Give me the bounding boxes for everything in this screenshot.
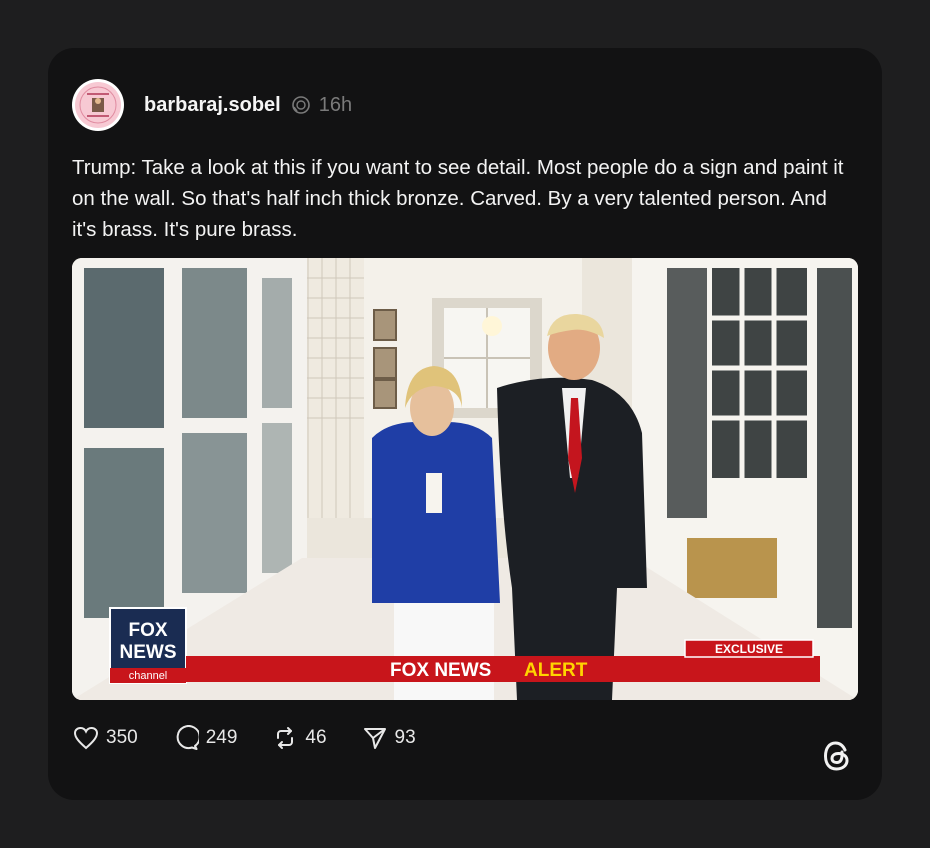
banner-fox-news: FOX NEWS <box>390 660 491 681</box>
post-video[interactable]: FOX NEWS channel EXCLUSIVE FOX NEWS ALER… <box>72 258 858 700</box>
logo-line-channel: channel <box>129 670 168 682</box>
like-count: 350 <box>106 727 138 748</box>
heart-icon <box>72 724 100 752</box>
threads-logo-icon[interactable] <box>820 738 856 774</box>
comment-icon <box>172 724 200 752</box>
like-button[interactable]: 350 <box>72 724 138 752</box>
post-header: barbaraj.sobel 16h <box>72 78 352 132</box>
chandelier <box>482 316 502 336</box>
repost-button[interactable]: 46 <box>271 724 327 752</box>
alert-banner <box>186 656 820 682</box>
fox-news-logo: FOX NEWS channel <box>109 607 187 684</box>
share-button[interactable]: 93 <box>361 724 416 752</box>
post-card: barbaraj.sobel 16h Trump: Take a look at… <box>48 48 882 800</box>
exclusive-text: EXCLUSIVE <box>715 642 783 656</box>
avatar[interactable] <box>72 79 124 131</box>
logo-line-fox: FOX <box>128 620 167 641</box>
send-icon <box>361 724 389 752</box>
banner-alert: ALERT <box>524 660 588 681</box>
post-text: Trump: Take a look at this if you want t… <box>72 156 844 241</box>
username[interactable]: barbaraj.sobel <box>144 94 281 117</box>
comment-button[interactable]: 249 <box>172 724 238 752</box>
action-bar: 350 249 46 93 <box>72 724 450 752</box>
share-count: 93 <box>394 727 416 748</box>
repost-icon <box>271 724 299 752</box>
logo-line-news: NEWS <box>120 642 177 663</box>
brass-plaque <box>687 538 777 598</box>
verified-icon <box>291 96 310 114</box>
comment-count: 249 <box>205 727 238 748</box>
repost-count: 46 <box>305 727 327 748</box>
post-time: 16h <box>318 93 353 116</box>
